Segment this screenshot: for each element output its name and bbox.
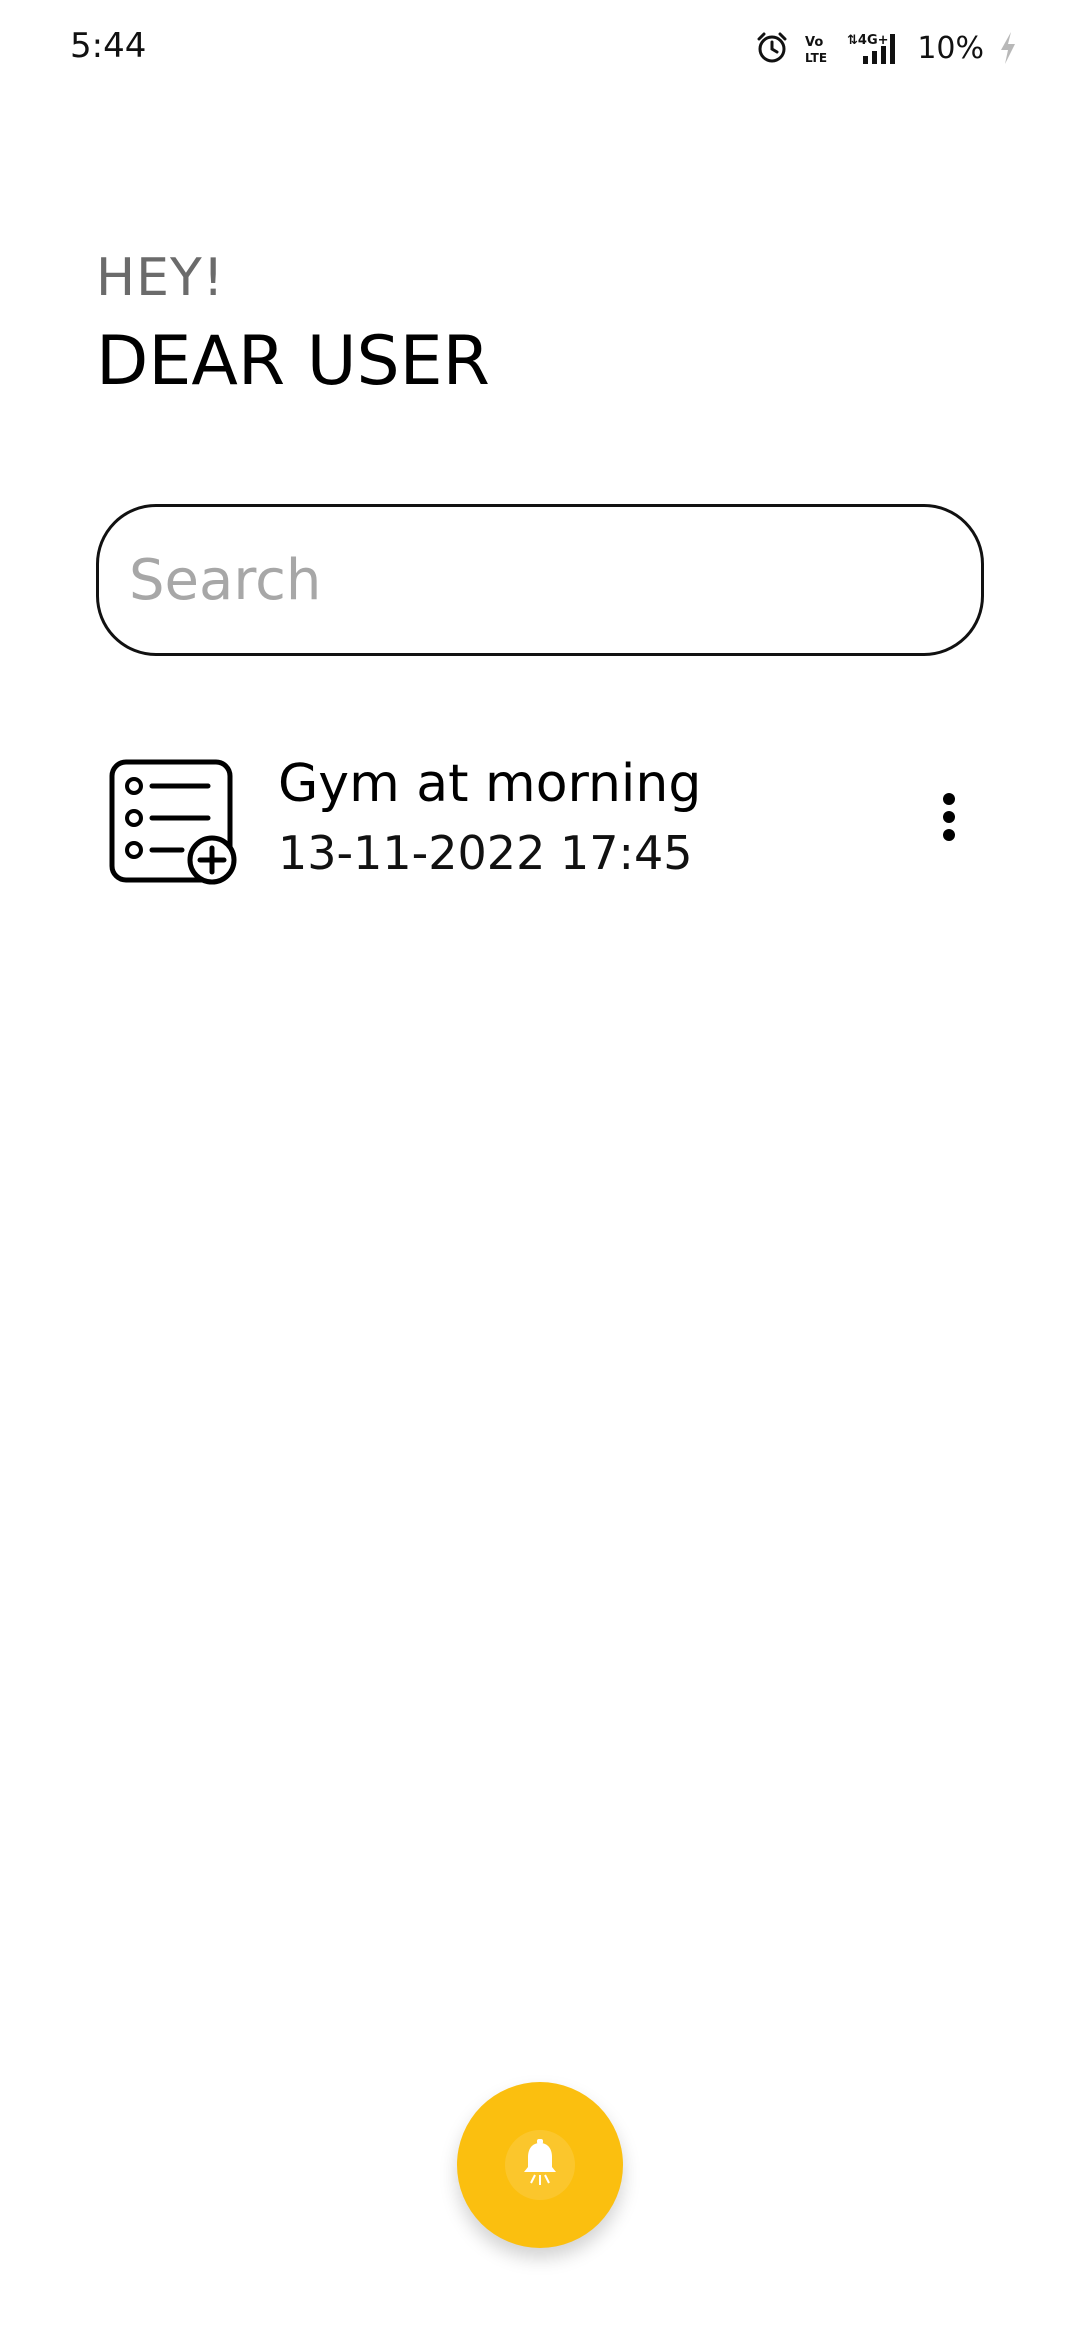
search-bar[interactable] [96, 504, 984, 656]
status-time: 5:44 [70, 26, 147, 66]
list-item[interactable]: Gym at morning 13-11-2022 17:45 [96, 744, 984, 894]
search-input[interactable] [127, 546, 981, 614]
reminder-title: Gym at morning [278, 754, 702, 814]
volte-icon: Vo LTE [803, 31, 831, 65]
app-screen: 5:44 Vo LTE ⇅4G+ 10% HEY! DEAR USER Sear… [0, 0, 1080, 2340]
svg-text:⇅4G+: ⇅4G+ [847, 33, 889, 48]
signal-4g-icon: ⇅4G+ [845, 30, 903, 66]
task-list-add-icon [108, 756, 238, 886]
reminder-datetime: 13-11-2022 17:45 [278, 826, 693, 880]
more-vert-icon [942, 792, 956, 846]
add-reminder-fab[interactable] [457, 2082, 623, 2248]
charging-icon [998, 30, 1018, 66]
alarm-icon [755, 31, 789, 65]
svg-text:LTE: LTE [805, 51, 827, 65]
svg-text:Vo: Vo [805, 35, 823, 50]
status-icons: Vo LTE ⇅4G+ 10% [755, 26, 1018, 70]
status-bar: 5:44 Vo LTE ⇅4G+ 10% [0, 0, 1080, 96]
more-options-button[interactable] [924, 784, 974, 854]
fab-inner-circle [505, 2130, 575, 2200]
bell-icon [520, 2139, 560, 2191]
greeting-title: DEAR USER [96, 322, 490, 401]
greeting-subtitle: HEY! [96, 248, 225, 308]
battery-percent: 10% [917, 30, 984, 66]
